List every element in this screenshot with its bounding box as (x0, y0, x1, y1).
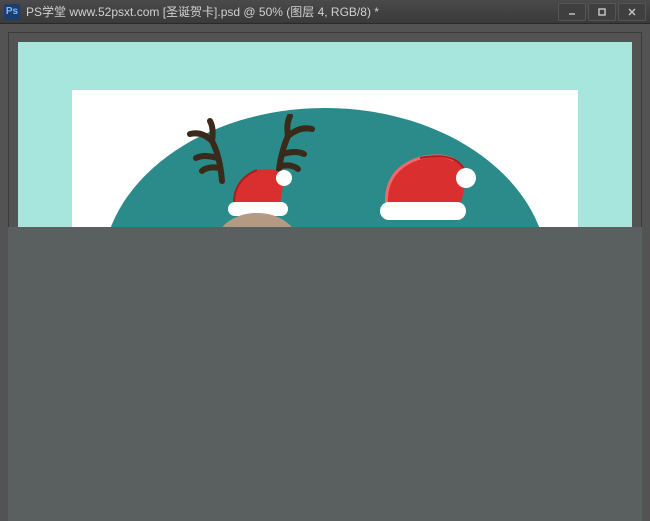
titlebar: Ps PS学堂 www.52psxt.com [圣诞贺卡].psd @ 50% … (0, 0, 650, 24)
cropped-region (8, 227, 642, 521)
minimize-button[interactable] (558, 3, 586, 21)
close-icon (627, 7, 637, 17)
window-title: PS学堂 www.52psxt.com [圣诞贺卡].psd @ 50% (图层… (26, 3, 558, 20)
photoshop-window: Ps PS学堂 www.52psxt.com [圣诞贺卡].psd @ 50% … (0, 0, 650, 521)
close-button[interactable] (618, 3, 646, 21)
photoshop-icon: Ps (4, 4, 20, 20)
minimize-icon (567, 7, 577, 17)
content-area (0, 24, 650, 521)
app-icon-label: Ps (6, 6, 18, 17)
canvas-viewport[interactable] (8, 32, 642, 521)
window-controls (558, 3, 646, 21)
santa-hat (372, 148, 482, 228)
maximize-button[interactable] (588, 3, 616, 21)
maximize-icon (597, 7, 607, 17)
